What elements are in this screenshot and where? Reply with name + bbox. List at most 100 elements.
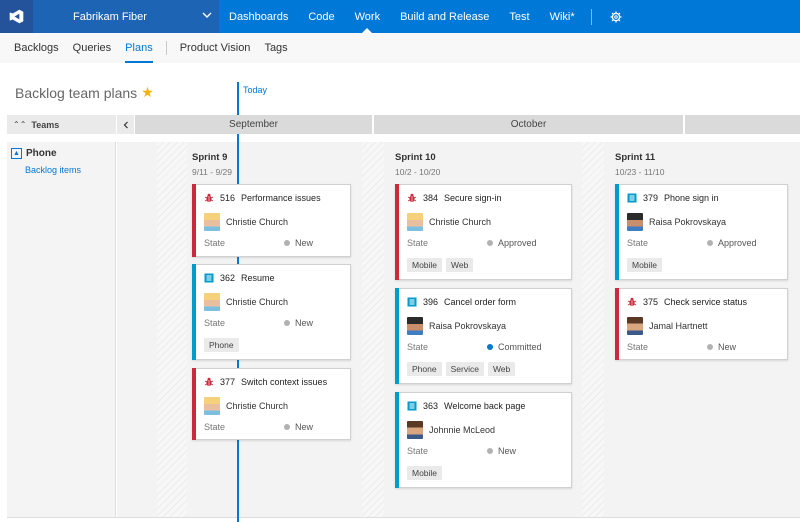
- sprint-dates: 9/11 - 9/29: [192, 167, 233, 177]
- work-item-card[interactable]: 396 Cancel order form Raisa Pokrovskaya Sta…: [395, 288, 572, 384]
- tab-product-vision[interactable]: Product Vision: [173, 33, 258, 63]
- card-title-row: 375 Check service status: [627, 297, 747, 307]
- state-text: New: [295, 238, 314, 248]
- vsts-logo-icon[interactable]: [0, 0, 33, 33]
- state-value: Approved: [487, 238, 537, 248]
- tag-list: Mobile Web: [407, 258, 474, 272]
- work-item-id[interactable]: 377: [220, 377, 235, 387]
- state-text: Approved: [498, 238, 537, 248]
- gear-icon[interactable]: [600, 11, 632, 23]
- work-item-card[interactable]: 377 Switch context issues Christie Church S…: [192, 368, 351, 440]
- work-item-title[interactable]: Resume: [241, 273, 275, 283]
- state-dot-icon: [284, 320, 290, 326]
- tag-list: Phone: [204, 338, 239, 352]
- scroll-left-button[interactable]: [116, 115, 134, 134]
- tab-queries[interactable]: Queries: [66, 33, 119, 63]
- state-label: State: [627, 238, 649, 248]
- work-item-card[interactable]: 379 Phone sign in Raisa Pokrovskaya State Ap…: [615, 184, 788, 280]
- work-item-title[interactable]: Welcome back page: [444, 401, 525, 411]
- work-item-title[interactable]: Secure sign-in: [444, 193, 502, 203]
- work-item-card[interactable]: 516 Performance issues Christie Church Stat…: [192, 184, 351, 257]
- sprint-header: Sprint 10 10/2 - 10/20: [395, 152, 440, 177]
- work-item-title[interactable]: Performance issues: [241, 193, 321, 203]
- tag[interactable]: Phone: [204, 338, 239, 352]
- sprint-header: Sprint 11 10/23 - 11/10: [615, 152, 664, 177]
- nav-code[interactable]: Code: [298, 0, 344, 33]
- team-row[interactable]: ▲ Phone: [11, 148, 57, 159]
- work-item-title[interactable]: Switch context issues: [241, 377, 327, 387]
- collapse-team-icon[interactable]: ▲: [11, 148, 22, 159]
- assignee-name: Raisa Pokrovskaya: [429, 321, 507, 331]
- work-item-id[interactable]: 362: [220, 273, 235, 283]
- state-row: State New: [627, 342, 779, 352]
- work-item-id[interactable]: 375: [643, 297, 658, 307]
- teams-header[interactable]: ⌃⌃ Teams: [7, 115, 116, 134]
- avatar: [627, 213, 643, 231]
- work-item-card[interactable]: 362 Resume Christie Church State New Phone: [192, 264, 351, 360]
- user-story-icon: [627, 193, 637, 203]
- project-name: Fabrikam Fiber: [73, 10, 147, 23]
- assignee-name: Christie Church: [226, 217, 289, 227]
- assignee-row: Christie Church: [204, 293, 288, 311]
- nav-work[interactable]: Work: [345, 0, 390, 33]
- tag[interactable]: Mobile: [407, 258, 443, 272]
- chevron-left-icon: [123, 121, 128, 128]
- team-name: Phone: [26, 148, 57, 159]
- work-item-id[interactable]: 516: [220, 193, 235, 203]
- state-value: New: [284, 238, 313, 248]
- user-story-icon: [407, 297, 417, 307]
- work-item-card[interactable]: 363 Welcome back page Johnnie McLeod State N…: [395, 392, 572, 488]
- favorite-star-icon[interactable]: ★: [141, 84, 154, 101]
- backlog-items-link[interactable]: Backlog items: [25, 165, 81, 175]
- assignee-row: Christie Church: [204, 397, 288, 415]
- tab-plans[interactable]: Plans: [118, 33, 160, 63]
- work-item-type-bar: [395, 392, 399, 488]
- work-item-id[interactable]: 363: [423, 401, 438, 411]
- nav-wiki[interactable]: Wiki*: [540, 0, 585, 33]
- bug-icon: [407, 193, 417, 203]
- avatar: [204, 213, 220, 231]
- assignee-row: Christie Church: [407, 213, 491, 231]
- assignee-name: Raisa Pokrovskaya: [649, 217, 727, 227]
- work-item-card[interactable]: 375 Check service status Jamal Hartnett Sta…: [615, 288, 788, 360]
- page-title: Backlog team plans ★: [15, 84, 154, 101]
- tag[interactable]: Web: [487, 362, 516, 376]
- nav-test[interactable]: Test: [499, 0, 539, 33]
- top-bar: Fabrikam Fiber Dashboards Code Work Buil…: [0, 0, 800, 33]
- assignee-row: Christie Church: [204, 213, 288, 231]
- state-text: New: [498, 446, 517, 456]
- tag[interactable]: Service: [445, 362, 484, 376]
- work-item-id[interactable]: 384: [423, 193, 438, 203]
- tag[interactable]: Phone: [407, 362, 442, 376]
- state-label: State: [407, 238, 429, 248]
- tag[interactable]: Web: [446, 258, 474, 272]
- tag[interactable]: Mobile: [627, 258, 663, 272]
- work-item-title[interactable]: Phone sign in: [664, 193, 719, 203]
- tab-tags[interactable]: Tags: [257, 33, 294, 63]
- tag-list: Mobile: [627, 258, 663, 272]
- project-selector[interactable]: Fabrikam Fiber: [33, 0, 219, 33]
- nav-build-release[interactable]: Build and Release: [390, 0, 499, 33]
- collapse-all-icon[interactable]: ⌃⌃: [13, 120, 26, 129]
- state-text: Committed: [498, 342, 542, 352]
- avatar: [204, 397, 220, 415]
- bug-icon: [627, 297, 637, 307]
- tag[interactable]: Mobile: [407, 466, 443, 480]
- nav-dashboards[interactable]: Dashboards: [219, 0, 298, 33]
- state-text: New: [718, 342, 737, 352]
- work-item-id[interactable]: 396: [423, 297, 438, 307]
- sprint-name: Sprint 9: [192, 152, 228, 163]
- bug-icon: [204, 377, 214, 387]
- sprint-name: Sprint 10: [395, 152, 436, 163]
- avatar: [407, 317, 423, 335]
- nav-divider: [590, 8, 592, 25]
- work-item-card[interactable]: 384 Secure sign-in Christie Church State App…: [395, 184, 572, 280]
- state-value: New: [284, 422, 313, 432]
- work-item-title[interactable]: Check service status: [664, 297, 747, 307]
- work-item-id[interactable]: 379: [643, 193, 658, 203]
- work-item-title[interactable]: Cancel order form: [444, 297, 516, 307]
- tab-backlogs[interactable]: Backlogs: [0, 33, 66, 63]
- state-row: State New: [204, 318, 342, 328]
- weekend-stripe: [362, 142, 384, 517]
- avatar: [407, 421, 423, 439]
